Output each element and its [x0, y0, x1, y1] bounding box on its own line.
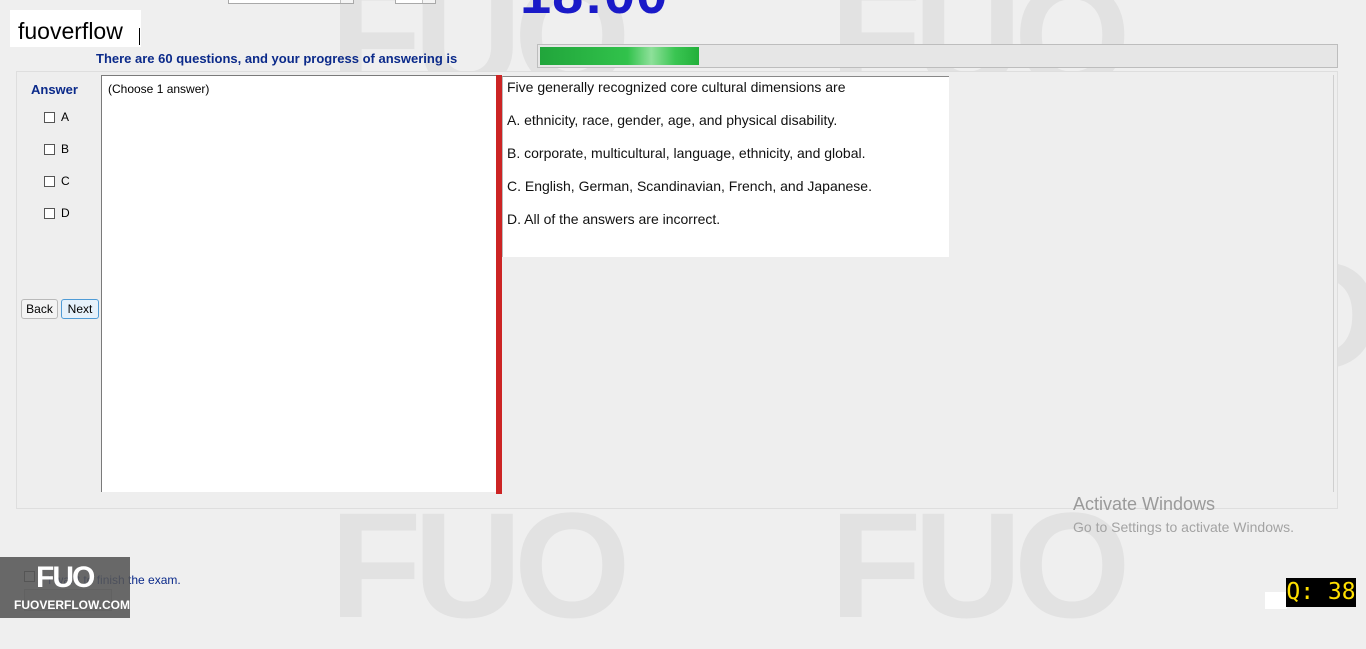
- answer-option-d[interactable]: D: [44, 206, 70, 220]
- answer-option-a[interactable]: A: [44, 110, 69, 124]
- hint-box: [101, 75, 496, 492]
- brand-name: fuoverflow: [18, 18, 123, 44]
- activate-windows-title: Activate Windows: [1073, 494, 1216, 514]
- checkbox[interactable]: [44, 143, 55, 155]
- option-label: D: [61, 206, 70, 220]
- progress-fill: [540, 47, 699, 65]
- checkbox[interactable]: [44, 207, 55, 219]
- answer-title: Answer: [31, 82, 78, 97]
- question-box: [502, 76, 949, 257]
- answer-option-c[interactable]: C: [44, 174, 70, 188]
- progress-bar: [537, 44, 1338, 68]
- checkbox[interactable]: [44, 175, 55, 187]
- logo-site-text: FUOVERFLOW.COM: [14, 598, 130, 612]
- small-panel: [1265, 592, 1287, 609]
- progress-label: There are 60 questions, and your progres…: [96, 51, 458, 66]
- next-button[interactable]: Next: [61, 299, 99, 319]
- question-text: Five generally recognized core cultural …: [507, 79, 846, 95]
- answer-option-b[interactable]: B: [44, 142, 69, 156]
- fuo-logo-icon: FUO: [36, 561, 95, 594]
- top-combobox[interactable]: [228, 0, 354, 4]
- checkbox[interactable]: [44, 111, 55, 123]
- question-counter: Q: 38: [1286, 578, 1356, 607]
- text-caret: [139, 28, 140, 45]
- question-choice-d: D. All of the answers are incorrect.: [507, 211, 721, 227]
- dropdown-arrow-icon[interactable]: [340, 0, 353, 3]
- panel-border: [1333, 75, 1334, 492]
- exam-timer: 18:00: [520, 0, 668, 22]
- question-choice-c: C. English, German, Scandinavian, French…: [507, 178, 872, 194]
- question-choice-a: A. ethnicity, race, gender, age, and phy…: [507, 112, 838, 128]
- option-label: A: [61, 110, 70, 124]
- spinner-arrow-icon[interactable]: [422, 0, 435, 3]
- top-spinner[interactable]: [395, 0, 436, 4]
- option-label: C: [61, 174, 70, 188]
- back-button[interactable]: Back: [21, 299, 58, 319]
- activate-windows-subtitle: Go to Settings to activate Windows.: [1073, 519, 1294, 535]
- hint-text: (Choose 1 answer): [108, 82, 210, 96]
- question-choice-b: B. corporate, multicultural, language, e…: [507, 145, 866, 161]
- option-label: B: [61, 142, 70, 156]
